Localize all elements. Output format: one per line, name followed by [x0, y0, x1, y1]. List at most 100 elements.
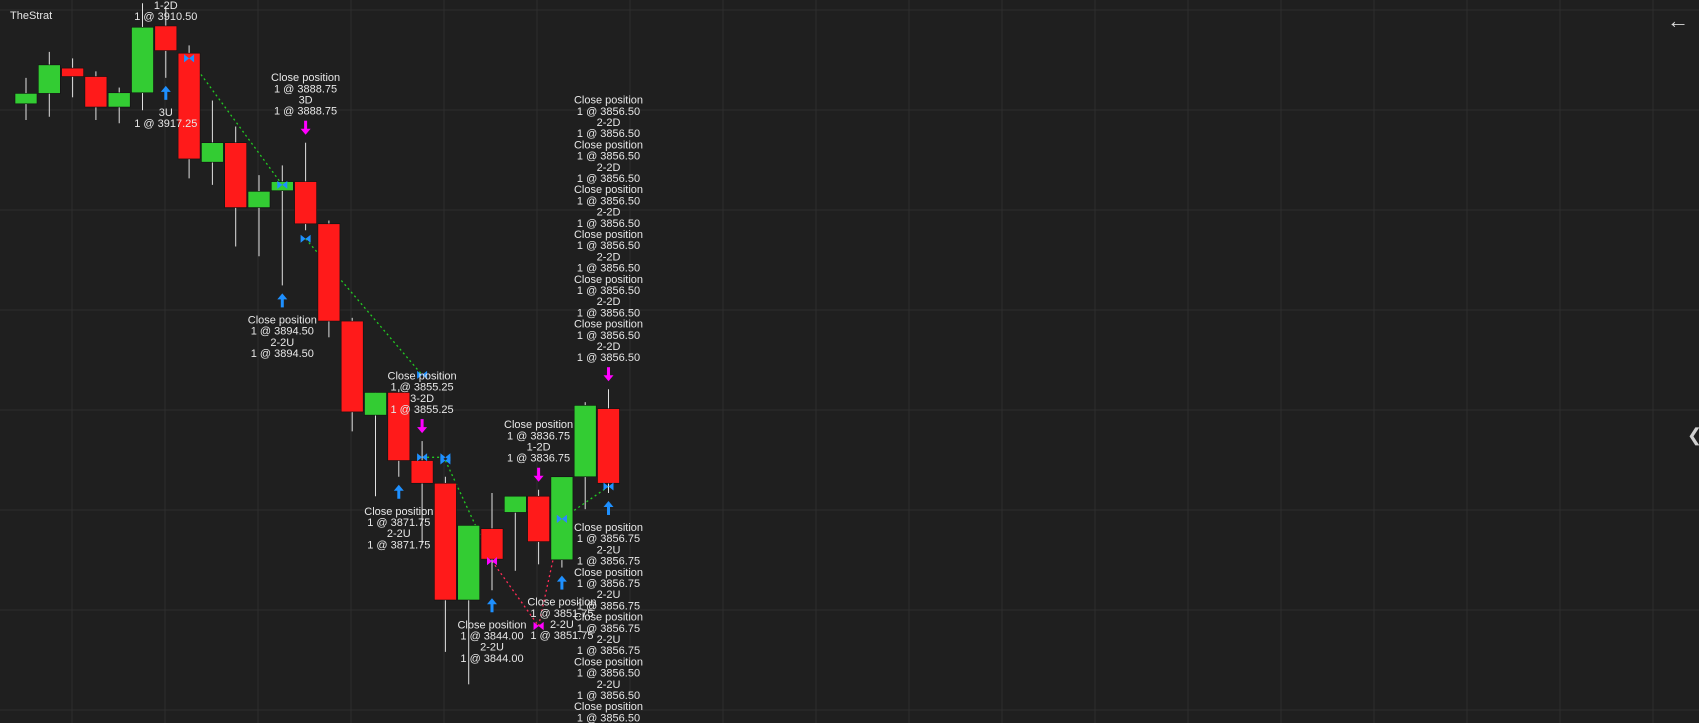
annotation-label: 1-2D	[154, 0, 178, 12]
annotation-label: 1 @ 3856.50	[577, 712, 640, 723]
sell-arrow-icon	[417, 427, 428, 434]
annotation-label: 1 @ 3917.25	[134, 118, 197, 130]
annotation-label: 3D	[299, 95, 313, 107]
chart-title: TheStrat	[10, 10, 53, 22]
annotation-label: 1 @ 3856.75	[577, 533, 640, 545]
annotation-label: 2-2U	[597, 634, 621, 646]
buy-arrow-icon	[393, 484, 404, 491]
annotation-label: 2-2U	[480, 642, 504, 654]
candle-down	[317, 223, 341, 322]
annotation-label: 1 @ 3844.00	[460, 653, 523, 665]
annotation-label: 1 @ 3856.50	[577, 151, 640, 163]
annotation-label: 1 @ 3855.25	[391, 382, 454, 394]
buy-arrow-icon	[487, 598, 497, 605]
trade-marker-icon	[440, 456, 451, 465]
annotation-label: Close position	[388, 370, 457, 382]
annotation-label: 1 @ 3856.50	[577, 690, 640, 702]
annotation-label: 3U	[159, 107, 173, 119]
annotation-label: Close position	[574, 522, 643, 534]
candle-down	[434, 482, 457, 601]
annotation-label: Close position	[574, 612, 643, 624]
candle-down	[84, 76, 108, 108]
candle-up	[37, 64, 61, 94]
annotation-label: 1 @ 3888.75	[274, 83, 337, 95]
annotation-label: 1 @ 3856.50	[577, 218, 640, 230]
annotation-label: 2-2D	[597, 162, 621, 174]
annotation-label: 1 @ 3856.50	[577, 240, 640, 252]
candle-down	[224, 142, 247, 208]
annotation-label: Close position	[457, 619, 526, 631]
annotation-label: 1 @ 3856.75	[577, 556, 640, 568]
candle-down	[480, 528, 504, 560]
annotation-label: 1 @ 3836.75	[507, 430, 570, 442]
annotation-label: 1 @ 3871.75	[367, 539, 430, 551]
annotation-label: Close position	[574, 319, 643, 331]
annotation-label: Close position	[574, 274, 643, 286]
annotation-label: Close position	[271, 72, 340, 84]
annotation-label: Close position	[574, 229, 643, 241]
candle-up	[550, 476, 574, 561]
annotation-label: 1 @ 3871.75	[367, 517, 430, 529]
candle-up	[131, 26, 154, 94]
annotation-label: Close position	[504, 419, 573, 431]
sell-arrow-icon	[603, 375, 614, 382]
candle-down	[340, 320, 364, 413]
annotation-label: 1 @ 3856.50	[577, 106, 640, 118]
candle-up	[107, 92, 131, 108]
annotation-label: Close position	[574, 701, 643, 713]
annotation-label: 1 @ 3910.50	[134, 11, 197, 23]
sell-arrow-icon	[300, 128, 311, 135]
buy-arrow-icon	[277, 293, 288, 300]
sell-arrow-icon	[533, 475, 544, 482]
annotation-label: 1 @ 3894.50	[251, 326, 314, 338]
chart-area[interactable]: 1-2D 1 @ 3910.50 3U 1 @ 3917.25 Close positi…	[0, 0, 1699, 723]
candle-up	[247, 191, 271, 208]
annotation-label: 2-2U	[550, 619, 574, 631]
annotation-label: 1 @ 3856.50	[577, 352, 640, 364]
annotation-label: 1-2D	[527, 442, 551, 454]
trade-marker-icon	[533, 621, 544, 630]
annotation-label: 1 @ 3836.75	[507, 453, 570, 465]
candle-down	[61, 67, 84, 77]
annotation-label: Close position	[248, 314, 317, 326]
annotation-label: 2-2U	[597, 589, 621, 601]
trade-marker-icon	[300, 234, 311, 243]
annotation-label: 1 @ 3856.50	[577, 668, 640, 680]
annotation-label: 2-2U	[270, 337, 294, 349]
annotation-label: 1 @ 3856.50	[577, 128, 640, 140]
annotation-label: Close position	[574, 95, 643, 107]
candle-down	[387, 392, 411, 461]
annotation-label: 1 @ 3856.75	[577, 600, 640, 612]
annotation-label: 1 @ 3856.50	[577, 285, 640, 297]
annotation-label: 2-2D	[597, 341, 621, 353]
candle-up	[201, 142, 224, 163]
annotation-label: 1 @ 3856.75	[577, 645, 640, 657]
annotation-label: 1 @ 3856.75	[577, 623, 640, 635]
annotation-label: Close position	[574, 656, 643, 668]
annotation-label: 2-2U	[387, 528, 411, 540]
annotation-label: 1 @ 3856.75	[577, 578, 640, 590]
candle-down	[294, 181, 317, 225]
candle-down	[154, 25, 178, 51]
annotation-label: 2-2D	[597, 296, 621, 308]
chevron-left-icon[interactable]: ❮	[1687, 425, 1699, 447]
candle-down	[597, 408, 620, 484]
back-arrow-icon[interactable]: ←	[1667, 10, 1689, 32]
annotation-label: Close position	[574, 567, 643, 579]
candle-down	[177, 52, 201, 160]
candle-up	[364, 392, 387, 416]
candle-up	[270, 181, 294, 192]
candlestick-chart[interactable]: 1-2D1 @ 3910.503U1 @ 3917.25Close positi…	[0, 0, 1699, 723]
annotation-label: 2-2D	[597, 207, 621, 219]
buy-arrow-icon	[160, 85, 171, 92]
annotation-label: 1 @ 3888.75	[274, 106, 337, 118]
buy-arrow-icon	[556, 575, 567, 582]
annotation-label: 2-2U	[597, 679, 621, 691]
candle-up	[14, 93, 38, 105]
annotation-label: 2-2D	[597, 117, 621, 129]
buy-arrow-icon	[603, 500, 614, 507]
annotation-label: Close position	[574, 184, 643, 196]
candle-down	[410, 460, 434, 484]
annotation-label: 1 @ 3856.50	[577, 195, 640, 207]
annotation-label: 1 @ 3844.00	[460, 630, 523, 642]
